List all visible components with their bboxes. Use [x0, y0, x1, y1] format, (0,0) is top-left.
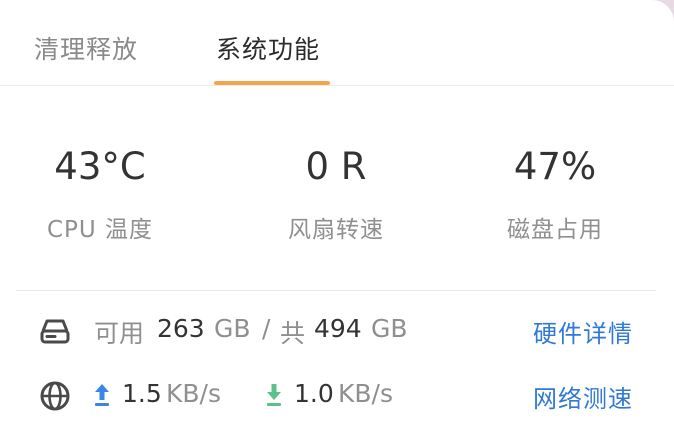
- cpu-temperature-label: CPU 温度: [46, 217, 154, 243]
- disk-total-label: 共: [280, 319, 306, 348]
- disk-separator: /: [262, 314, 271, 343]
- disk-available-label: 可用: [94, 319, 145, 348]
- disk-total-unit: GB: [371, 314, 408, 343]
- disk-row: 可用 263 GB / 共 494 GB 硬件详情: [38, 310, 638, 350]
- cpu-temperature-value: 43°C: [54, 145, 146, 188]
- tab-bar: 清理释放 系统功能: [0, 0, 674, 86]
- upload-speed-value: 1.5: [122, 379, 162, 408]
- disk-usage-stat: 47% 磁盘占用: [455, 145, 655, 244]
- upload-arrow-icon: [95, 384, 109, 406]
- cpu-temperature-stat: 43°C CPU 温度: [0, 145, 200, 244]
- upload-speed-unit: KB/s: [166, 379, 221, 408]
- fan-speed-label: 风扇转速: [288, 217, 384, 243]
- hardware-details-link[interactable]: 硬件详情: [533, 314, 633, 349]
- tab-system-functions[interactable]: 系统功能: [216, 30, 320, 66]
- hard-drive-icon: [40, 319, 70, 344]
- disk-total-value: 494: [314, 314, 362, 343]
- disk-available-unit: GB: [214, 314, 251, 343]
- download-arrow-icon: [267, 384, 281, 406]
- fan-speed-stat: 0 R 风扇转速: [236, 145, 436, 244]
- section-divider: [16, 290, 656, 291]
- tab-clean-release[interactable]: 清理释放: [34, 30, 138, 66]
- system-panel: 清理释放 系统功能 43°C CPU 温度 0 R 风扇转速 47% 磁盘占用 …: [0, 0, 674, 428]
- disk-available-value: 263: [157, 314, 205, 343]
- disk-usage-value: 47%: [513, 145, 597, 188]
- download-speed-unit: KB/s: [338, 379, 393, 408]
- disk-usage-label: 磁盘占用: [507, 217, 603, 243]
- fan-speed-value: 0 R: [305, 145, 367, 188]
- network-speed-test-link[interactable]: 网络测速: [533, 379, 633, 414]
- download-speed-value: 1.0: [294, 379, 334, 408]
- network-row: 1.5 KB/s 1.0 KB/s 网络测速: [38, 375, 638, 415]
- globe-icon: [40, 381, 70, 411]
- active-tab-indicator: [214, 81, 330, 85]
